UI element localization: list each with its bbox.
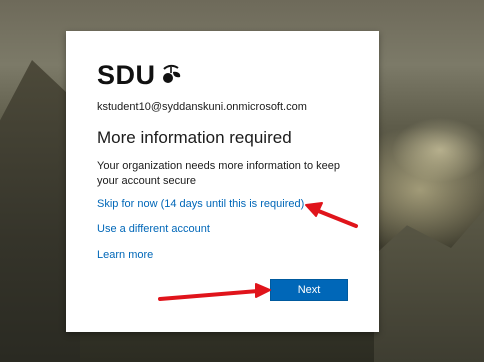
logo-text: SDU xyxy=(97,59,156,90)
next-button[interactable]: Next xyxy=(270,279,348,301)
signin-card: SDU kstudent10@syddanskuni.onmicrosoft.c… xyxy=(66,31,379,332)
sdu-leaf-icon xyxy=(162,64,180,83)
sdu-logo: SDU xyxy=(97,59,182,90)
page-title: More information required xyxy=(97,128,292,147)
use-different-account-link[interactable]: Use a different account xyxy=(97,223,210,235)
description-text: Your organization needs more information… xyxy=(97,160,340,187)
learn-more-link[interactable]: Learn more xyxy=(97,249,153,261)
skip-for-now-link[interactable]: Skip for now (14 days until this is requ… xyxy=(97,198,304,210)
account-email: kstudent10@syddanskuni.onmicrosoft.com xyxy=(97,101,307,113)
